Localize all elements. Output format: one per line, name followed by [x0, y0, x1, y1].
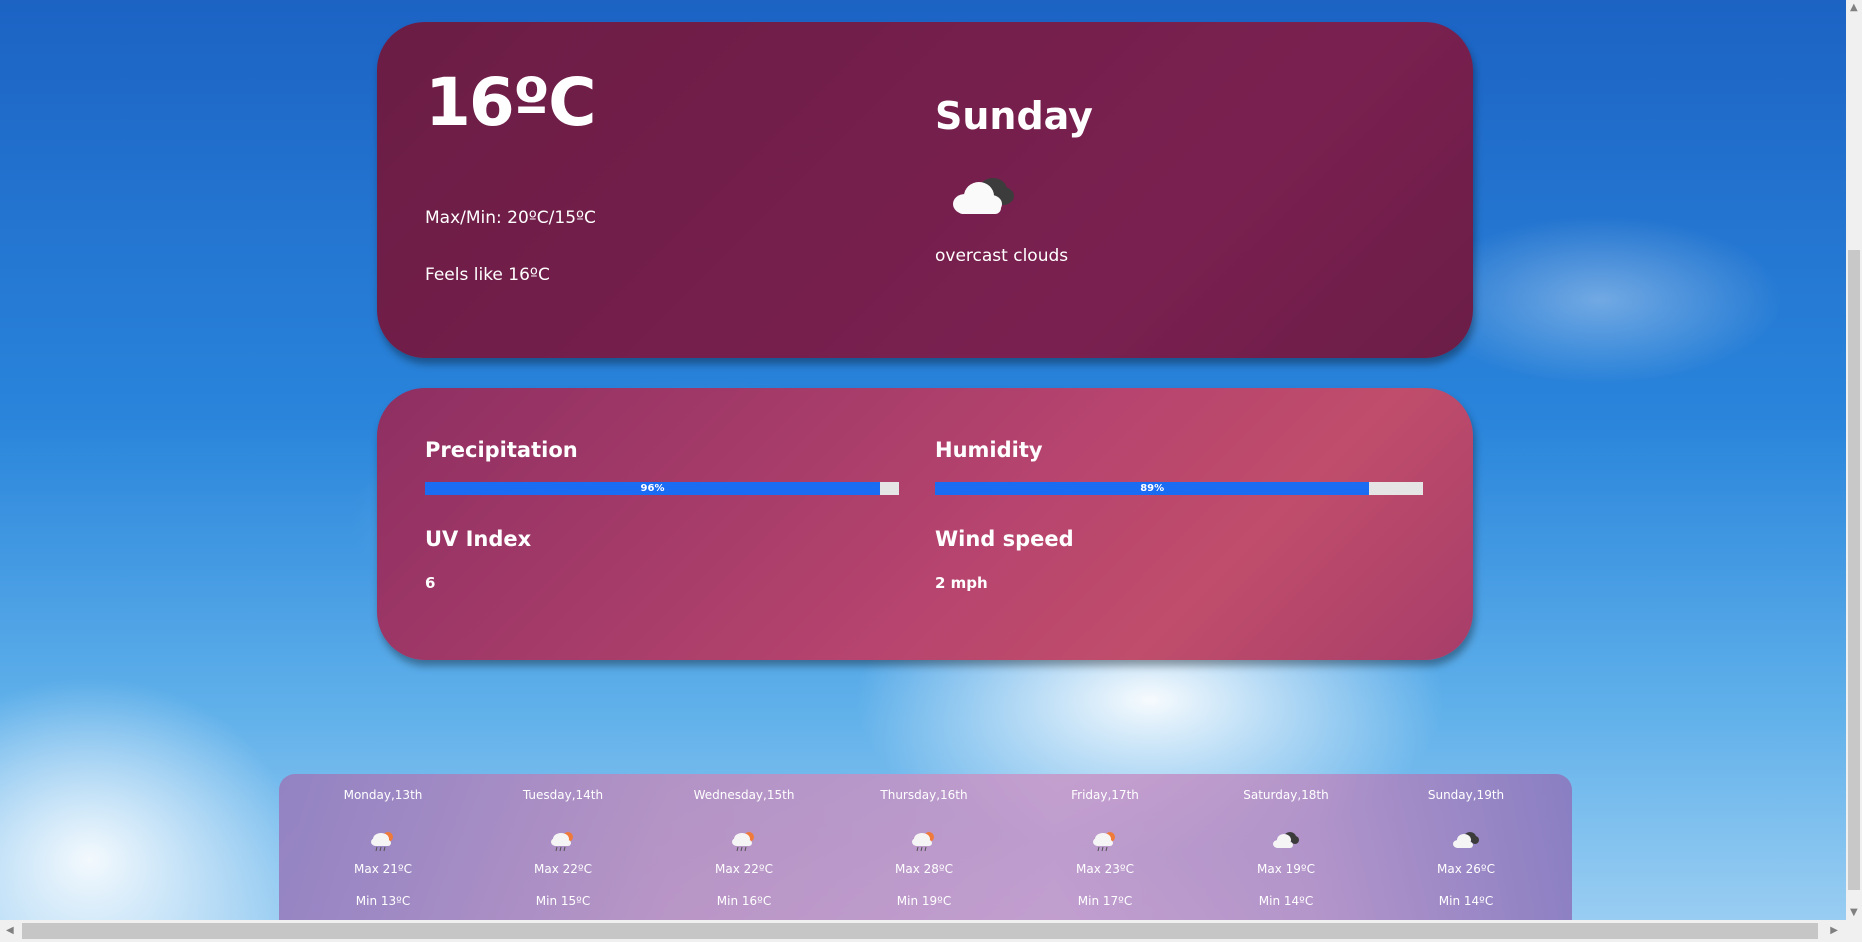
forecast-min: Min 13ºC — [355, 894, 411, 908]
forecast-max: Max 22ºC — [715, 862, 773, 876]
forecast-max: Max 28ºC — [895, 862, 953, 876]
forecast-min: Min 14ºC — [1438, 894, 1494, 908]
forecast-min: Min 14ºC — [1258, 894, 1314, 908]
rain-icon — [912, 832, 934, 852]
forecast-min: Min 19ºC — [896, 894, 952, 908]
forecast-day-name: Monday,13th — [343, 788, 423, 802]
wind-speed-value: 2 mph — [935, 574, 988, 592]
precipitation-bar: 96% — [425, 482, 899, 495]
feels-like-temperature: Feels like 16ºC — [425, 265, 550, 285]
forecast-day-name: Tuesday,14th — [522, 788, 604, 802]
vertical-scrollbar-thumb[interactable] — [1848, 250, 1860, 890]
current-temperature: 16ºC — [425, 64, 597, 141]
humidity-label: Humidity — [935, 438, 1043, 462]
forecast-day-name: Friday,17th — [1071, 788, 1139, 802]
rain-icon — [1093, 832, 1115, 852]
uv-index-label: UV Index — [425, 527, 532, 551]
horizontal-scrollbar-thumb[interactable] — [22, 923, 1818, 939]
weekly-forecast: Monday,13th Max 21ºC Min 13ºC Tuesday,14… — [279, 774, 1572, 922]
humidity-bar-fill: 89% — [935, 482, 1370, 495]
precipitation-bar-fill: 96% — [425, 482, 881, 495]
humidity-bar: 89% — [935, 482, 1423, 495]
forecast-min: Min 15ºC — [535, 894, 591, 908]
rain-icon — [732, 832, 754, 852]
forecast-max: Max 22ºC — [534, 862, 592, 876]
overcast-clouds-icon — [1273, 832, 1299, 848]
forecast-min: Min 17ºC — [1077, 894, 1133, 908]
weather-description: overcast clouds — [935, 246, 1069, 266]
forecast-day-name: Saturday,18th — [1243, 788, 1329, 802]
current-day: Sunday — [935, 94, 1093, 138]
forecast-day-name: Thursday,16th — [880, 788, 968, 802]
scroll-up-arrow-icon[interactable]: ▲ — [1850, 2, 1858, 13]
forecast-max: Max 21ºC — [354, 862, 412, 876]
vertical-scrollbar[interactable]: ▲ ▼ — [1846, 0, 1862, 920]
forecast-day-name: Wednesday,15th — [693, 788, 795, 802]
scroll-right-arrow-icon[interactable]: ▶ — [1830, 925, 1838, 936]
current-weather-card: 16ºC Max/Min: 20ºC/15ºC Feels like 16ºC … — [377, 22, 1473, 358]
wind-speed-label: Wind speed — [935, 527, 1074, 551]
forecast-max: Max 19ºC — [1257, 862, 1315, 876]
forecast-min: Min 16ºC — [716, 894, 772, 908]
rain-icon — [551, 832, 573, 852]
uv-index-value: 6 — [425, 574, 436, 592]
overcast-clouds-icon — [1453, 832, 1479, 848]
forecast-max: Max 26ºC — [1437, 862, 1495, 876]
forecast-max: Max 23ºC — [1076, 862, 1134, 876]
weather-stats-card: Precipitation 96% Humidity 89% UV Index … — [377, 388, 1473, 660]
horizontal-scrollbar[interactable]: ◀ ▶ — [0, 920, 1862, 942]
forecast-day-name: Sunday,19th — [1427, 788, 1505, 802]
scroll-down-arrow-icon[interactable]: ▼ — [1850, 907, 1858, 918]
overcast-clouds-icon — [953, 178, 1014, 214]
rain-icon — [371, 832, 393, 852]
precipitation-label: Precipitation — [425, 438, 578, 462]
max-min-temperature: Max/Min: 20ºC/15ºC — [425, 208, 596, 228]
scroll-left-arrow-icon[interactable]: ◀ — [6, 925, 14, 936]
